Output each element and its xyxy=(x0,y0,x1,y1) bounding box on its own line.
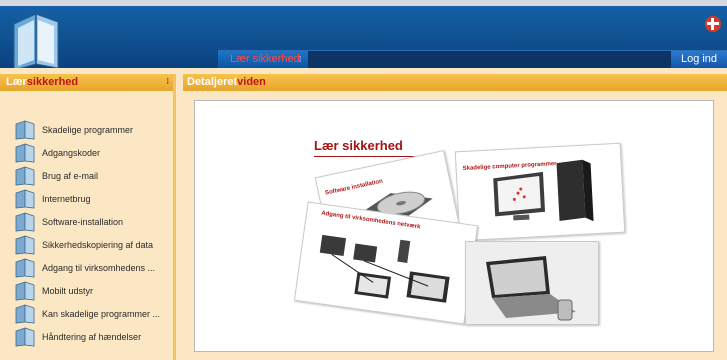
nav-item-laer-sikkerhed[interactable]: Lær sikkerhed ⁞ xyxy=(218,51,308,68)
book-icon xyxy=(15,326,35,346)
laptop-phone-icon xyxy=(486,256,576,321)
collage-title: Lær sikkerhed xyxy=(314,138,403,153)
book-logo-icon[interactable] xyxy=(6,10,66,72)
login-button[interactable]: Log ind xyxy=(671,51,727,68)
menu-item-label: Håndtering af hændelser xyxy=(42,331,142,342)
menu-item[interactable]: Adgangskoder xyxy=(0,141,176,164)
collage-sheet-malware: Skadelige computer programmer xyxy=(454,142,626,242)
menu-item-label: Adgang til virksomhedens ... xyxy=(42,262,156,273)
right-panel-title-prefix: Detaljeret xyxy=(187,76,238,88)
book-icon xyxy=(15,188,35,208)
left-panel: Lærsikkerhed ⁞ Skadelige programmer Adgan… xyxy=(0,74,176,360)
security-collage-image: Lær sikkerhed Software installation Skad… xyxy=(195,101,715,353)
menu-item-label: Mobilt udstyr xyxy=(42,285,94,296)
book-icon xyxy=(15,234,35,254)
menu-item[interactable]: Internetbrug xyxy=(0,187,176,210)
danish-flag-icon[interactable] xyxy=(705,16,721,32)
collage-sheet-laptop xyxy=(465,241,599,325)
menu-item-label: Software-installation xyxy=(42,216,124,227)
left-panel-title-prefix: Lær xyxy=(6,76,27,88)
grip-icon: ⁞ xyxy=(166,77,169,86)
nav-item-label: Lær sikkerhed xyxy=(230,53,300,65)
left-panel-title-accent: sikkerhed xyxy=(26,76,79,88)
menu-item-label: Sikkerhedskopiering af data xyxy=(42,239,154,250)
left-panel-header: Lærsikkerhed ⁞ xyxy=(0,74,173,91)
book-icon xyxy=(15,303,35,323)
menu-item[interactable]: Adgang til virksomhedens ... xyxy=(0,256,176,279)
book-icon xyxy=(15,280,35,300)
menu-item-label: Internetbrug xyxy=(42,193,91,204)
topic-menu: Skadelige programmer Adgangskoder Brug af … xyxy=(0,118,176,348)
nav-bar: Lær sikkerhed ⁞ Log ind xyxy=(218,50,727,68)
grip-icon: ⁞ xyxy=(299,55,302,64)
detail-viewer: Lær sikkerhed Software installation Skad… xyxy=(194,100,714,352)
menu-item[interactable]: Software-installation xyxy=(0,210,176,233)
menu-item-label: Adgangskoder xyxy=(42,147,101,158)
menu-item-label: Skadelige programmer xyxy=(42,124,134,135)
right-panel: Detaljeretviden Lær sikkerhed Software i… xyxy=(183,74,727,360)
right-panel-title-accent: viden xyxy=(237,76,266,88)
header-bar: Lær sikkerhed ⁞ Log ind xyxy=(0,6,727,71)
book-icon xyxy=(15,142,35,162)
menu-item[interactable]: Kan skadelige programmer ... xyxy=(0,302,176,325)
book-icon xyxy=(15,257,35,277)
menu-item[interactable]: Mobilt udstyr xyxy=(0,279,176,302)
menu-item[interactable]: Skadelige programmer xyxy=(0,118,176,141)
right-panel-header: Detaljeretviden xyxy=(183,74,727,91)
menu-item[interactable]: Håndtering af hændelser xyxy=(0,325,176,348)
menu-item-label: Kan skadelige programmer ... xyxy=(42,308,161,319)
book-icon xyxy=(15,119,35,139)
menu-item[interactable]: Sikkerhedskopiering af data xyxy=(0,233,176,256)
book-icon xyxy=(15,165,35,185)
computer-virus-icon xyxy=(493,159,594,222)
book-icon xyxy=(15,211,35,231)
menu-item-label: Brug af e-mail xyxy=(42,170,99,181)
menu-item[interactable]: Brug af e-mail xyxy=(0,164,176,187)
